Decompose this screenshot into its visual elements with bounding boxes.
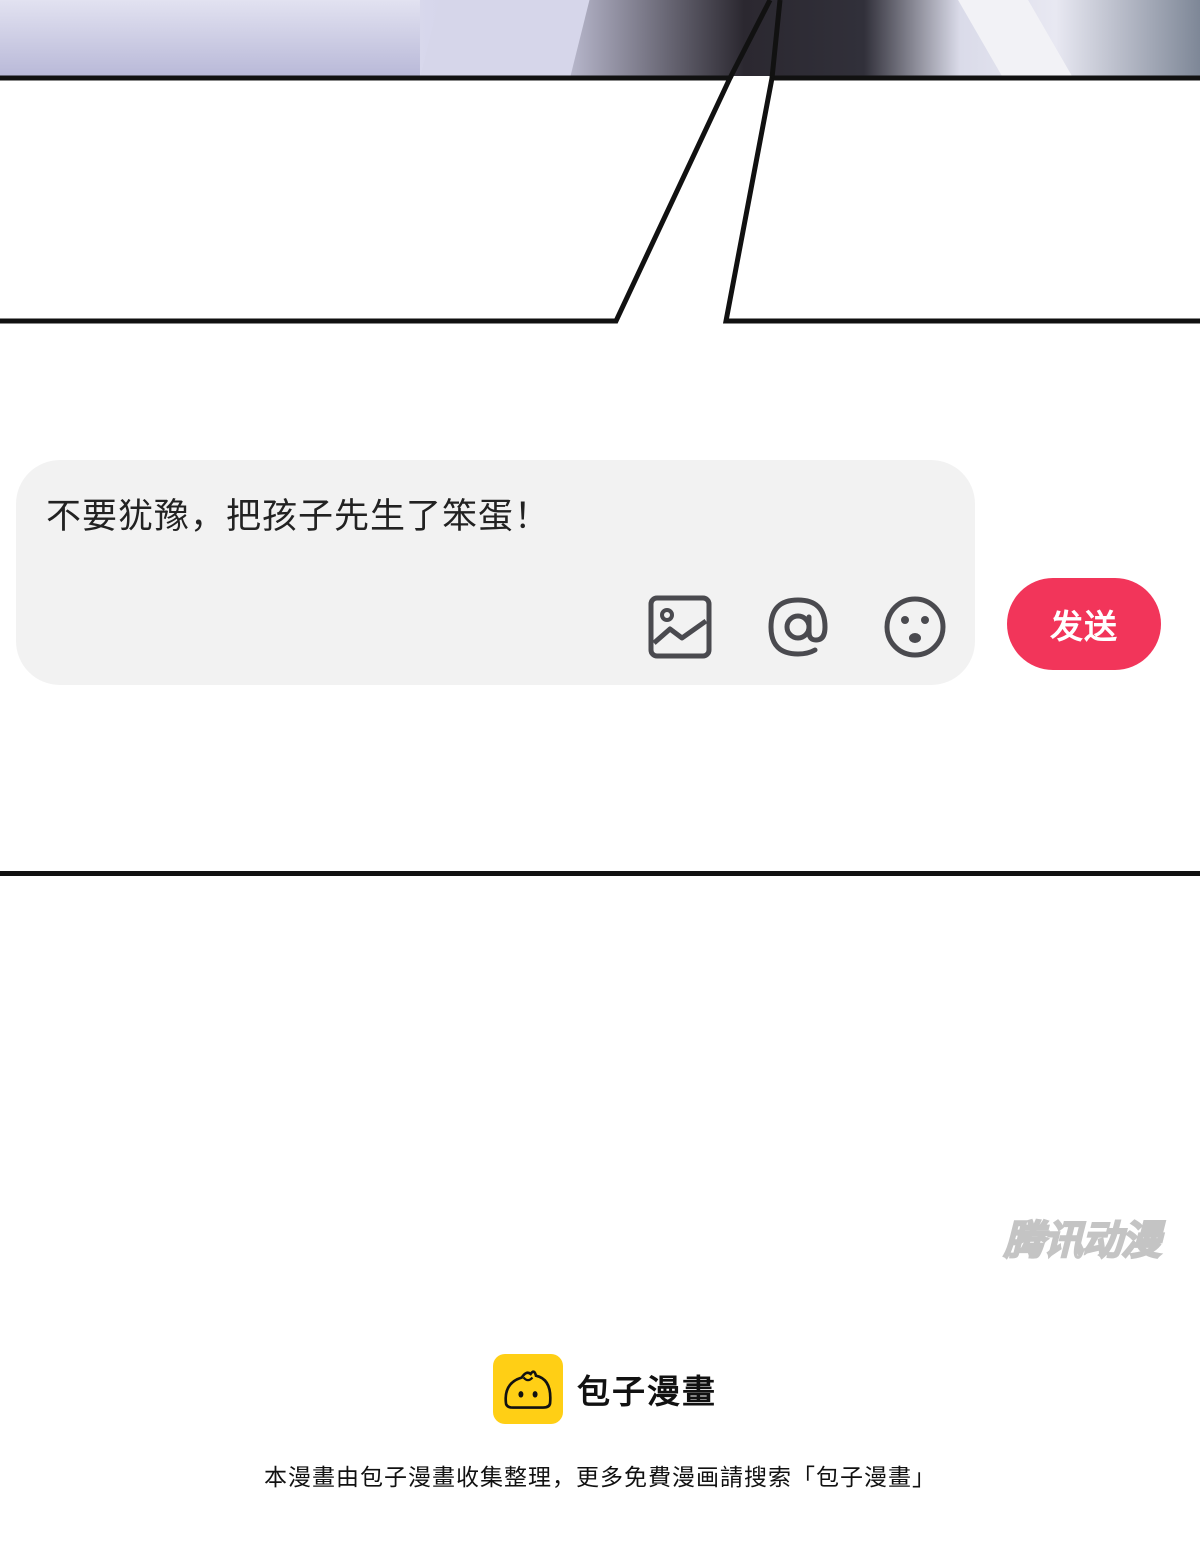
publisher-watermark: 腾讯动漫 bbox=[1003, 1217, 1162, 1265]
panel-divider bbox=[0, 871, 1200, 876]
footer-note: 本漫畫由包子漫畫收集整理，更多免費漫画請搜索「包子漫畫」 bbox=[264, 1465, 936, 1491]
comment-input-box[interactable]: 不要犹豫，把孩子先生了笨蛋！ bbox=[16, 460, 975, 685]
speech-bubble-frame bbox=[0, 0, 1200, 324]
comment-input-text[interactable]: 不要犹豫，把孩子先生了笨蛋！ bbox=[46, 488, 550, 539]
emoji-icon[interactable] bbox=[882, 594, 948, 660]
image-icon[interactable] bbox=[648, 594, 714, 660]
send-button[interactable]: 发送 bbox=[1007, 578, 1161, 670]
brand-name: 包子漫畫 bbox=[577, 1372, 717, 1411]
bun-logo-icon bbox=[493, 1354, 563, 1424]
at-mention-icon[interactable] bbox=[765, 594, 831, 660]
brand-block: 包子漫畫 bbox=[493, 1354, 717, 1424]
